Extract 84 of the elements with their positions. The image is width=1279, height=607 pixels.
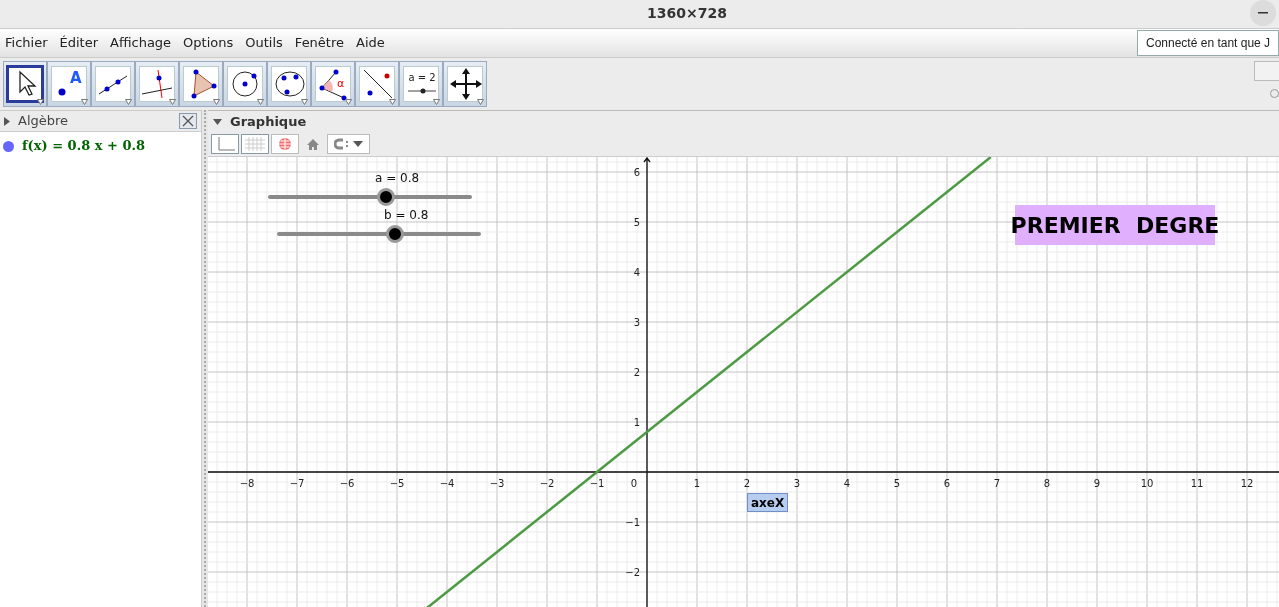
tick-label: 8: [1043, 478, 1051, 489]
menu-item[interactable]: Outils: [245, 33, 283, 53]
globe-icon: [278, 137, 292, 151]
home-icon: [307, 138, 319, 150]
tick-label: 1: [633, 417, 640, 428]
menu-item[interactable]: Aide: [356, 33, 385, 53]
tool-button[interactable]: [179, 61, 223, 107]
tick-label: 6: [633, 167, 640, 178]
close-button[interactable]: [179, 113, 197, 129]
caret-icon: [353, 141, 363, 147]
tool-button[interactable]: [223, 61, 267, 107]
axes-toggle[interactable]: [211, 134, 239, 154]
minimize-icon: [1258, 12, 1268, 14]
function-definition[interactable]: f(x) = 0.8 x + 0.8: [22, 136, 146, 156]
caret-icon: [345, 99, 352, 105]
caret-icon: [477, 99, 484, 105]
tick-label: 6: [943, 478, 951, 489]
caret-icon: [257, 99, 264, 105]
tick-label: −2: [539, 478, 555, 489]
panel-title: Graphique: [230, 112, 307, 131]
tick-label: 7: [993, 478, 1001, 489]
axis-label[interactable]: axeX: [747, 493, 789, 512]
slider-thumb[interactable]: [386, 225, 405, 243]
origin-label: 0: [630, 478, 638, 489]
menu-item[interactable]: Fenêtre: [294, 33, 344, 53]
slider-track[interactable]: [268, 188, 472, 206]
move-view-tool-icon: [448, 66, 482, 102]
tick-label: 2: [633, 367, 640, 378]
caret-icon: [125, 99, 132, 105]
tick-label: 10: [1140, 478, 1154, 489]
tick-label: 11: [1190, 478, 1204, 489]
tick-label: −2: [625, 567, 640, 578]
tick-label: 12: [1240, 478, 1254, 489]
tick-label: 5: [633, 217, 640, 228]
tick-label: −1: [589, 478, 605, 489]
minimize-button[interactable]: [1250, 0, 1276, 26]
tick-label: −4: [439, 478, 455, 489]
tick-label: −3: [489, 478, 505, 489]
tick-label: −8: [239, 478, 255, 489]
tick-label: −5: [389, 478, 405, 489]
tick-label: −7: [289, 478, 305, 489]
tool-button[interactable]: [355, 61, 399, 107]
expand-icon[interactable]: [4, 116, 10, 126]
tick-label: 9: [1093, 478, 1101, 489]
help-icon: [1270, 89, 1279, 98]
tool-button[interactable]: [443, 61, 487, 107]
caret-icon: [81, 99, 88, 105]
magnet-icon: [334, 138, 350, 150]
caret-icon: [433, 99, 440, 105]
tool-button[interactable]: [267, 61, 311, 107]
caret-icon: [389, 99, 396, 105]
slider-track[interactable]: [277, 225, 481, 243]
panel-title: Algèbre: [18, 112, 70, 131]
point-capture-dropdown[interactable]: [327, 134, 370, 154]
caret-icon: [301, 99, 308, 105]
tick-label: 3: [793, 478, 801, 489]
grid-toggle[interactable]: [241, 134, 269, 154]
menu-item[interactable]: Affichage: [110, 33, 172, 53]
tick-label: −1: [625, 517, 640, 528]
tick-label: −6: [339, 478, 355, 489]
slider-thumb[interactable]: [377, 188, 396, 206]
menu-item[interactable]: Fichier: [5, 33, 48, 53]
tick-label: 3: [633, 317, 640, 328]
tool-button[interactable]: [3, 61, 47, 107]
tick-label: 5: [893, 478, 901, 489]
caret-icon: [37, 99, 44, 105]
menu-item[interactable]: Options: [183, 33, 234, 53]
close-icon: [182, 115, 194, 127]
account-button[interactable]: Connecté en tant que J: [1137, 30, 1279, 56]
tick-label: 1: [693, 478, 701, 489]
caret-icon: [169, 99, 176, 105]
window-title: 1360×728: [647, 4, 727, 23]
tick-label: 4: [633, 267, 640, 278]
tick-label: 4: [843, 478, 851, 489]
menu-item[interactable]: Éditer: [59, 33, 99, 53]
slider-label: a = 0.8: [375, 170, 420, 187]
tick-label: 2: [743, 478, 751, 489]
globe-button[interactable]: [271, 134, 299, 154]
tool-button[interactable]: [91, 61, 135, 107]
collapse-icon[interactable]: [213, 118, 222, 125]
grid-icon: [245, 137, 265, 151]
slider-label: b = 0.8: [384, 207, 429, 224]
caret-icon: [213, 99, 220, 105]
axes-icon: [215, 137, 235, 151]
